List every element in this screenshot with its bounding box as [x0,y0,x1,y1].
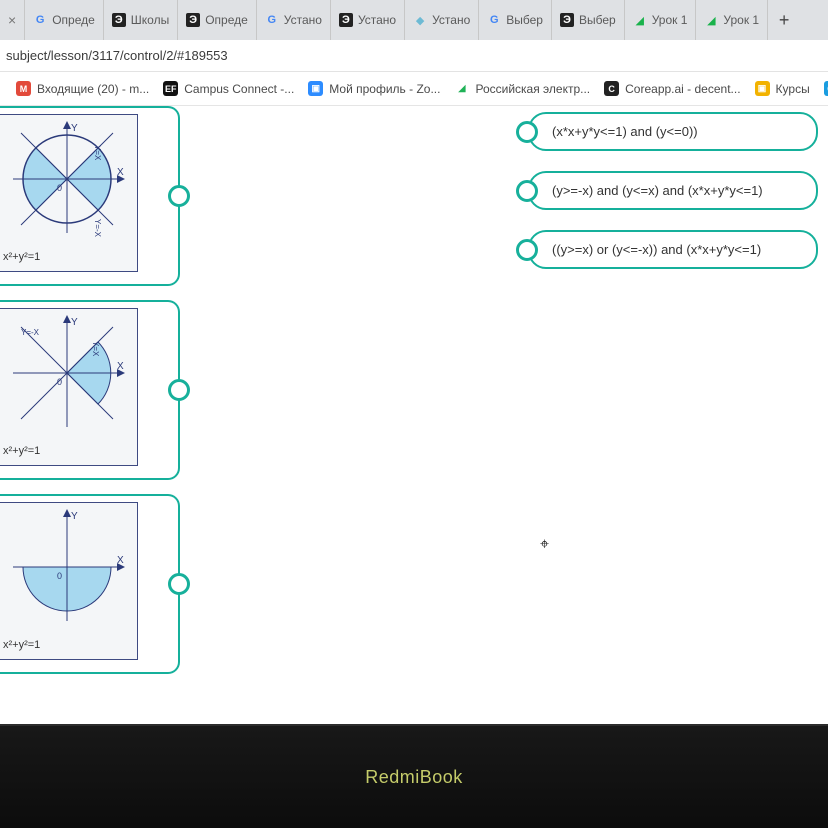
svg-text:0: 0 [57,571,62,581]
match-handle[interactable] [168,185,190,207]
tab-close-first[interactable]: × [0,0,25,40]
site-icon: Э [186,13,200,27]
tab-7[interactable]: G Выбер [479,0,552,40]
option-text: (x*x+y*y<=1) and (y<=0)) [552,124,698,139]
svg-text:X: X [117,361,124,372]
tab-label: Устано [358,13,396,27]
svg-text:0: 0 [57,183,62,193]
equation-label: x²+y²=1 [3,445,40,457]
svg-text:0: 0 [57,377,62,387]
svg-text:Y: Y [71,511,78,522]
resh-icon: ◢ [454,81,469,96]
site-icon: ◢ [633,13,647,27]
graph-figure: Y X Y=X Y=-X 0 x²+y²=1 [0,114,138,272]
answer-option-2[interactable]: (y>=-x) and (y<=x) and (x*x+y*y<=1) [528,171,818,210]
match-target-column: (x*x+y*y<=1) and (y<=0)) (y>=-x) and (y<… [528,112,818,289]
page-content: Y X Y=X Y=-X 0 x²+y²=1 [0,106,828,724]
laptop-brand: RedmiBook [365,767,463,788]
new-tab-button[interactable]: + [768,10,800,31]
graph-figure: Y X 0 x²+y²=1 [0,502,138,660]
match-handle[interactable] [516,180,538,202]
tab-label: Устано [284,13,322,27]
google-icon: G [265,13,279,27]
google-icon: G [487,13,501,27]
match-handle[interactable] [516,121,538,143]
courses-icon: ▣ [755,81,770,96]
match-handle[interactable] [168,573,190,595]
bookmark-item[interactable]: MВходящие (20) - m... [16,81,149,96]
bookmark-item[interactable]: ◢Российская электр... [454,81,590,96]
tab-4[interactable]: G Устано [257,0,331,40]
bookmark-item[interactable]: ◎Пи [824,81,828,96]
graph-card-2[interactable]: Y X Y=X Y=-X 0 x²+y²=1 [0,300,180,480]
tab-label: Опреде [205,13,248,27]
svg-text:Y: Y [71,123,78,134]
site-icon: Э [560,13,574,27]
cursor-icon: ⌖ [540,536,549,554]
match-source-column: Y X Y=X Y=-X 0 x²+y²=1 [0,106,180,688]
graph-card-3[interactable]: Y X 0 x²+y²=1 [0,494,180,674]
tab-3[interactable]: Э Опреде [178,0,257,40]
answer-option-3[interactable]: ((y>=x) or (y<=-x)) and (x*x+y*y<=1) [528,230,818,269]
tab-label: Урок 1 [652,13,688,27]
zoom-icon: ▣ [308,81,323,96]
bookmark-item[interactable]: ▣Мой профиль - Zo... [308,81,440,96]
graph-svg-lowerhalf: Y X 0 [1,507,133,627]
graph-figure: Y X Y=X Y=-X 0 x²+y²=1 [0,308,138,466]
svg-text:X: X [117,167,124,178]
tab-label: Школы [131,13,169,27]
ef-icon: EF [163,81,178,96]
svg-text:X: X [117,555,124,566]
tab-label: Выбер [579,13,616,27]
tab-label: Опреде [52,13,95,27]
tab-label: Урок 1 [723,13,759,27]
bookmark-item[interactable]: ▣Курсы [755,81,810,96]
tab-label: Выбер [506,13,543,27]
tab-5[interactable]: Э Устано [331,0,405,40]
mail-icon: M [16,81,31,96]
graph-svg-wedge: Y X Y=X Y=-X 0 [1,313,133,433]
equation-label: x²+y²=1 [3,251,40,263]
bookmark-item[interactable]: CCoreapp.ai - decent... [604,81,740,96]
tab-1[interactable]: G Опреде [25,0,104,40]
svg-text:Y=X: Y=X [93,145,102,161]
coreapp-icon: C [604,81,619,96]
match-handle[interactable] [516,239,538,261]
site-icon: Э [112,13,126,27]
pi-icon: ◎ [824,81,828,96]
svg-text:Y: Y [71,317,78,328]
site-icon: ◢ [704,13,718,27]
bookmarks-bar: MВходящие (20) - m... EFCampus Connect -… [0,72,828,106]
tab-2[interactable]: Э Школы [104,0,178,40]
graph-card-1[interactable]: Y X Y=X Y=-X 0 x²+y²=1 [0,106,180,286]
equation-label: x²+y²=1 [3,639,40,651]
url-text: subject/lesson/3117/control/2/#189553 [6,48,228,63]
site-icon: ◆ [413,13,427,27]
answer-option-1[interactable]: (x*x+y*y<=1) and (y<=0)) [528,112,818,151]
tab-10[interactable]: ◢ Урок 1 [696,0,768,40]
laptop-bezel: RedmiBook [0,724,828,828]
tab-label: Устано [432,13,470,27]
match-handle[interactable] [168,379,190,401]
svg-text:Y=-X: Y=-X [93,219,102,238]
svg-text:Y=X: Y=X [91,341,100,357]
tab-6[interactable]: ◆ Устано [405,0,479,40]
tab-9[interactable]: ◢ Урок 1 [625,0,697,40]
option-text: ((y>=x) or (y<=-x)) and (x*x+y*y<=1) [552,242,761,257]
google-icon: G [33,13,47,27]
option-text: (y>=-x) and (y<=x) and (x*x+y*y<=1) [552,183,763,198]
close-icon: × [8,12,16,28]
bookmark-item[interactable]: EFCampus Connect -... [163,81,294,96]
url-bar[interactable]: subject/lesson/3117/control/2/#189553 [0,40,828,72]
browser-tabbar: × G Опреде Э Школы Э Опреде G Устано Э Устано… [0,0,828,40]
svg-text:Y=-X: Y=-X [21,328,40,337]
tab-8[interactable]: Э Выбер [552,0,625,40]
site-icon: Э [339,13,353,27]
graph-svg-bowtie: Y X Y=X Y=-X 0 [1,119,133,239]
